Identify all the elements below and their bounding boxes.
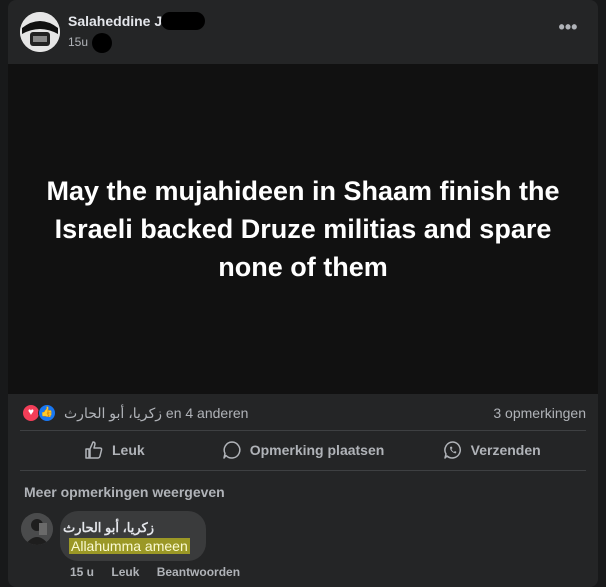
comment-button[interactable]: Opmerking plaatsen: [209, 431, 398, 469]
whatsapp-icon: [443, 441, 461, 459]
redaction-dot: [92, 33, 112, 53]
like-reaction-icon: 👍: [38, 404, 56, 422]
thumbs-up-icon: [85, 441, 103, 459]
comment-meta: 15 u Leuk Beantwoorden: [70, 565, 254, 579]
comment-author[interactable]: زكريا، أبو الحارث: [63, 520, 154, 536]
reactors-summary[interactable]: زكريا، أبو الحارث en 4 anderen: [64, 405, 248, 422]
divider: [20, 470, 586, 471]
comment-like-link[interactable]: Leuk: [111, 565, 139, 579]
more-options-button[interactable]: •••: [554, 16, 582, 44]
commenter-avatar[interactable]: [21, 513, 53, 545]
like-button[interactable]: Leuk: [20, 431, 209, 469]
comment-time[interactable]: 15 u: [70, 565, 94, 579]
share-label: Verzenden: [470, 442, 541, 458]
post-stats: ♥ 👍 زكريا، أبو الحارث en 4 anderen 3 opm…: [8, 394, 598, 430]
avatar-image-icon: [20, 12, 60, 52]
comment-bubble: زكريا، أبو الحارث Allahumma ameen: [60, 511, 206, 561]
author-avatar[interactable]: [20, 12, 60, 52]
commenter-avatar-image-icon: [21, 513, 53, 545]
comment-text: Allahumma ameen: [69, 538, 190, 554]
post-text: May the mujahideen in Shaam finish the I…: [46, 176, 560, 282]
action-bar: Leuk Opmerking plaatsen Verzenden: [20, 431, 586, 469]
post-header: Salaheddine J 15u •••: [8, 0, 598, 64]
share-button[interactable]: Verzenden: [397, 431, 586, 469]
comment-bubble-icon: [222, 441, 241, 459]
post-card: Salaheddine J 15u ••• May the mujahideen…: [8, 0, 598, 587]
redaction-bar: [161, 12, 205, 30]
more-comments-link[interactable]: Meer opmerkingen weergeven: [24, 484, 225, 500]
post-time[interactable]: 15u: [68, 35, 88, 49]
like-label: Leuk: [111, 442, 145, 458]
author-name[interactable]: Salaheddine J: [68, 13, 162, 29]
comment-reply-link[interactable]: Beantwoorden: [157, 565, 240, 579]
comment-count[interactable]: 3 opmerkingen: [493, 405, 586, 421]
post-text-background: May the mujahideen in Shaam finish the I…: [8, 64, 598, 394]
comment-label: Opmerking plaatsen: [249, 442, 385, 458]
